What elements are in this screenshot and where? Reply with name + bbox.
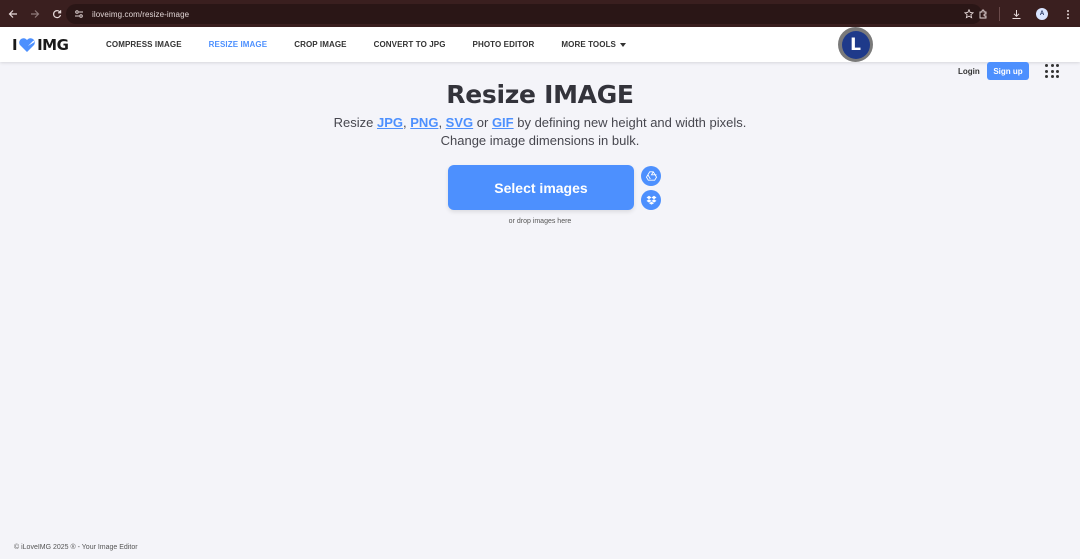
main-nav: COMPRESS IMAGE RESIZE IMAGE CROP IMAGE C… [106, 27, 653, 62]
login-link[interactable]: Login [958, 67, 980, 76]
nav-compress-image[interactable]: COMPRESS IMAGE [106, 40, 182, 49]
select-images-button[interactable]: Select images [448, 165, 634, 210]
google-drive-button[interactable] [641, 166, 661, 186]
logo-letter-i: I [12, 36, 18, 54]
nav-convert-to-jpg[interactable]: CONVERT TO JPG [374, 40, 446, 49]
subtitle-or: or [473, 115, 492, 130]
footer-copyright: © iLoveIMG 2025 ® - Your Image Editor [14, 544, 138, 551]
subtitle-suffix: by defining new height and width pixels. [513, 115, 747, 130]
iloveimg-logo[interactable]: I IMG [12, 35, 69, 55]
subtitle-line-2: Change image dimensions in bulk. [440, 133, 640, 148]
nav-more-tools[interactable]: MORE TOOLS [561, 40, 626, 49]
nav-photo-editor[interactable]: PHOTO EDITOR [473, 40, 535, 49]
site-settings-icon[interactable] [72, 7, 86, 21]
page-subtitle: Resize JPG, PNG, SVG or GIF by defining … [0, 114, 1080, 150]
nav-more-tools-label: MORE TOOLS [561, 40, 616, 49]
reload-icon[interactable] [48, 5, 66, 23]
url-text: iloveimg.com/resize-image [92, 9, 190, 19]
letter-badge-text: L [841, 30, 870, 59]
download-icon[interactable] [1006, 4, 1026, 24]
signup-button[interactable]: Sign up [987, 62, 1029, 80]
address-bar[interactable]: iloveimg.com/resize-image [66, 4, 982, 24]
nav-resize-image[interactable]: RESIZE IMAGE [209, 40, 268, 49]
profile-avatar[interactable]: A [1032, 4, 1052, 24]
dropbox-button[interactable] [641, 190, 661, 210]
subtitle-prefix: Resize [333, 115, 378, 130]
logo-text-img: IMG [37, 36, 69, 54]
subtitle-separator: , [438, 115, 446, 130]
browser-toolbar-right: A [967, 4, 1080, 24]
back-icon[interactable] [4, 5, 22, 23]
google-drive-icon [645, 171, 657, 181]
apps-grid-icon[interactable] [1045, 64, 1059, 78]
browser-menu-icon[interactable] [1058, 4, 1078, 24]
subtitle-line-1: Resize JPG, PNG, SVG or GIF by defining … [0, 114, 1080, 132]
site-header: I IMG COMPRESS IMAGE RESIZE IMAGE CROP I… [0, 27, 1080, 80]
nav-crop-image[interactable]: CROP IMAGE [294, 40, 346, 49]
dropbox-icon [646, 195, 656, 205]
drop-hint-text: or drop images here [508, 218, 572, 225]
format-link-gif[interactable]: GIF [492, 115, 514, 130]
letter-badge: L [838, 27, 873, 62]
browser-chrome: iloveimg.com/resize-image A [0, 0, 1080, 27]
forward-icon[interactable] [26, 5, 44, 23]
extensions-icon[interactable] [973, 4, 993, 24]
format-link-jpg[interactable]: JPG [377, 115, 403, 130]
page-title: Resize IMAGE [446, 80, 634, 109]
profile-initial: A [1036, 8, 1048, 20]
format-link-svg[interactable]: SVG [446, 115, 473, 130]
format-link-png[interactable]: PNG [410, 115, 438, 130]
caret-down-icon [620, 42, 626, 47]
heart-logo-icon [19, 38, 35, 52]
toolbar-divider [999, 7, 1000, 21]
